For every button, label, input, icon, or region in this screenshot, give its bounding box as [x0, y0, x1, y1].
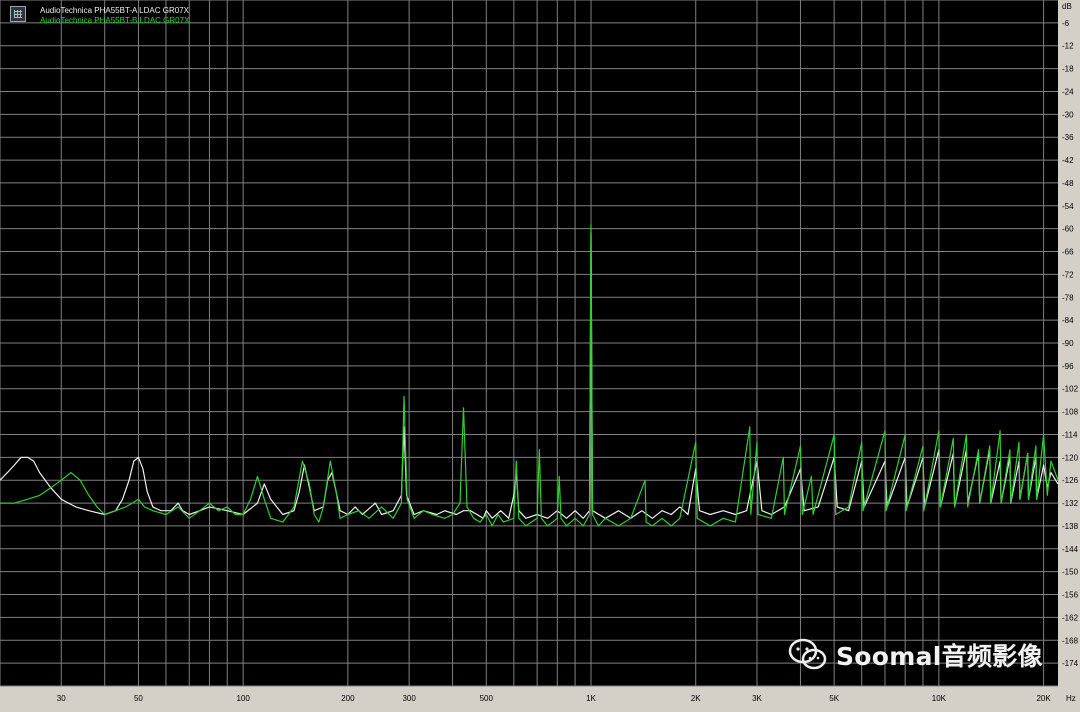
chart-container: dB -6 -12 -18 -24 -30 -36 -42 -48 -54 -60 -66 -72 -78…	[0, 0, 1080, 707]
y-tick-label: -72	[1062, 270, 1074, 279]
y-tick-label: -150	[1062, 568, 1079, 577]
x-tick-label: 200	[341, 694, 355, 703]
y-tick-label: -78	[1062, 293, 1074, 302]
y-tick-label: -18	[1062, 65, 1074, 74]
x-tick-label: 2K	[691, 694, 701, 703]
y-tick-label: -36	[1062, 133, 1074, 142]
x-tick-label: 5K	[829, 694, 839, 703]
y-tick-label: -12	[1062, 42, 1074, 51]
y-tick-label: -54	[1062, 202, 1074, 211]
y-tick-label: -66	[1062, 248, 1074, 257]
y-axis-labels: dB -6 -12 -18 -24 -30 -36 -42 -48 -54 -60 -66 -72 -78…	[1062, 2, 1079, 668]
y-tick-label: -138	[1062, 522, 1079, 531]
y-tick-label: -96	[1062, 362, 1074, 371]
y-tick-label: -114	[1062, 430, 1078, 439]
x-tick-label: 1K	[586, 694, 596, 703]
y-tick-label: -48	[1062, 179, 1074, 188]
y-tick-label: -60	[1062, 225, 1074, 234]
x-tick-label: 100	[236, 694, 250, 703]
watermark: Soomal音频影像	[788, 637, 1043, 673]
y-tick-label: -126	[1062, 476, 1079, 485]
x-tick-label: 500	[480, 694, 494, 703]
wechat-icon	[788, 637, 828, 673]
y-tick-label: -6	[1062, 19, 1070, 28]
x-tick-label: 20K	[1036, 694, 1051, 703]
x-tick-label: 30	[57, 694, 66, 703]
y-tick-label: -168	[1062, 636, 1079, 645]
x-tick-label: 3K	[752, 694, 762, 703]
y-tick-label: -120	[1062, 453, 1079, 462]
watermark-text: Soomal音频影像	[836, 642, 1043, 671]
y-tick-label: -156	[1062, 591, 1079, 600]
y-tick-label: -144	[1062, 545, 1079, 554]
y-tick-label: -30	[1062, 110, 1074, 119]
y-tick-label: -42	[1062, 156, 1074, 165]
y-tick-label: -90	[1062, 339, 1074, 348]
y-tick-label: dB	[1062, 2, 1072, 11]
x-tick-label: 300	[402, 694, 416, 703]
y-tick-label: -108	[1062, 408, 1079, 417]
y-tick-label: -162	[1062, 613, 1079, 622]
y-tick-label: -174	[1062, 659, 1079, 668]
x-tick-label: 10K	[932, 694, 947, 703]
x-axis-labels: 30 50 100 200 300 500 1K 2K 3K 5K 10K 20K	[57, 694, 1052, 703]
y-tick-label: -84	[1062, 316, 1074, 325]
y-tick-label: -24	[1062, 87, 1074, 96]
x-tick-label: 50	[134, 694, 143, 703]
y-tick-label: -102	[1062, 385, 1079, 394]
legend-item-series-a: AudioTechnica PHA55BT-A LDAC GR07X	[40, 6, 189, 15]
y-tick-label: -132	[1062, 499, 1079, 508]
graph-icon[interactable]	[10, 6, 26, 22]
spectrum-chart: dB -6 -12 -18 -24 -30 -36 -42 -48 -54 -60 -66 -72 -78…	[0, 0, 1079, 703]
x-axis-unit-label: Hz	[1066, 694, 1076, 703]
legend-item-series-b: AudioTechnica PHA55BT-B LDAC GR07X	[40, 16, 190, 25]
